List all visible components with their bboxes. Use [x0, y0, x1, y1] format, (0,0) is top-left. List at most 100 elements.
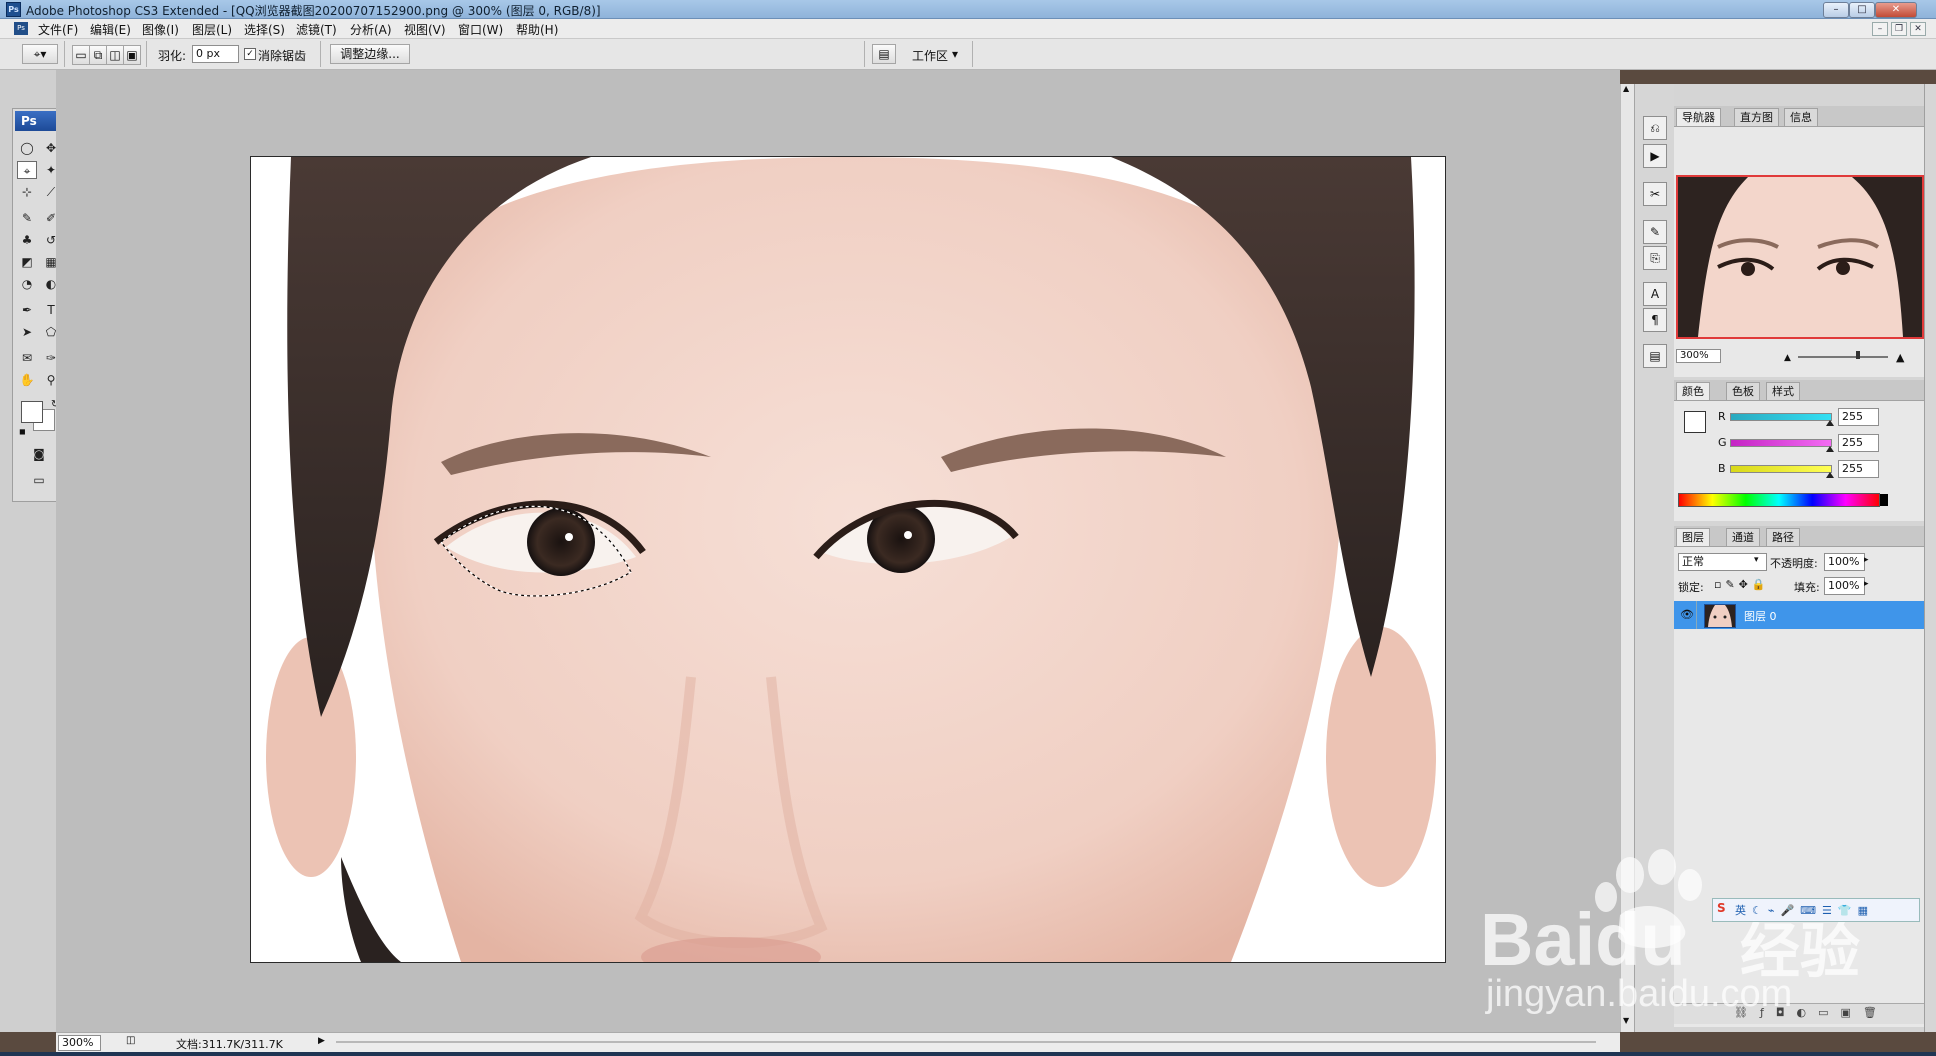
color-foreground-swatch[interactable] — [1684, 411, 1706, 433]
quick-mask-icon[interactable]: ◙ — [29, 445, 49, 463]
menu-layer[interactable]: 图层(L) — [192, 21, 232, 38]
minimize-icon[interactable]: – — [1823, 2, 1849, 18]
menu-window[interactable]: 窗口(W) — [458, 21, 503, 38]
eraser-tool-icon[interactable]: ◩ — [17, 253, 37, 271]
color-spectrum-ramp[interactable] — [1678, 493, 1880, 507]
refine-edge-button[interactable]: 调整边缘... — [330, 44, 410, 64]
channel-r-thumb[interactable] — [1826, 420, 1834, 426]
tab-layers[interactable]: 图层 — [1676, 528, 1710, 546]
pen-tool-icon[interactable]: ✒ — [17, 301, 37, 319]
feather-input[interactable]: 0 px — [192, 45, 239, 63]
document-icon[interactable]: Ps — [14, 22, 28, 35]
scroll-up-icon[interactable]: ▲ — [1623, 84, 1629, 93]
hand-tool-icon[interactable]: ✋ — [17, 371, 37, 389]
notes-tool-icon[interactable]: ✉ — [17, 349, 37, 367]
menu-edit[interactable]: 编辑(E) — [90, 21, 131, 38]
divider — [64, 41, 65, 67]
doc-close-icon[interactable]: ✕ — [1910, 22, 1926, 36]
channel-r-input[interactable]: 255 — [1838, 408, 1879, 426]
default-colors-icon[interactable]: ◼ — [19, 427, 26, 436]
tool-presets-icon[interactable]: ✂ — [1643, 182, 1667, 206]
ime-tool-icons[interactable]: 英☾⌁🎤⌨☰👕▦ — [1735, 902, 1874, 918]
navigator-thumbnail[interactable] — [1676, 175, 1924, 339]
menu-file[interactable]: 文件(F) — [38, 21, 78, 38]
tab-navigator[interactable]: 导航器 — [1676, 108, 1721, 126]
healing-brush-tool-icon[interactable]: ✎ — [17, 209, 37, 227]
clone-source-icon[interactable]: ⎘ — [1643, 246, 1667, 270]
status-preview-icon[interactable]: ◫ — [126, 1035, 135, 1046]
doc-restore-icon[interactable]: ❐ — [1891, 22, 1907, 36]
subtract-selection-icon[interactable]: ◫ — [106, 45, 124, 65]
marquee-tool-icon[interactable]: ◯ — [17, 139, 37, 157]
navigator-zoom-slider[interactable] — [1798, 356, 1888, 358]
zoom-in-icon[interactable]: ▲ — [1896, 351, 1904, 364]
menu-filter[interactable]: 滤镜(T) — [296, 21, 337, 38]
navigator-zoom-field[interactable]: 300% — [1676, 349, 1721, 363]
lock-icons[interactable]: ▫✎✥🔒 — [1714, 578, 1770, 591]
tab-swatches[interactable]: 色板 — [1726, 382, 1760, 400]
polygonal-lasso-tool-icon[interactable]: ⌖ — [17, 161, 37, 179]
paragraph-panel-icon[interactable]: ¶ — [1643, 308, 1667, 332]
fill-arrow-icon[interactable]: ▸ — [1864, 579, 1869, 589]
crop-tool-icon[interactable]: ⊹ — [17, 183, 37, 201]
channel-g-slider[interactable] — [1730, 439, 1832, 447]
channel-r-slider[interactable] — [1730, 413, 1832, 421]
menu-help[interactable]: 帮助(H) — [516, 21, 558, 38]
scroll-down-icon[interactable]: ▼ — [1623, 1016, 1629, 1025]
bridge-icon[interactable]: ▤ — [872, 44, 896, 64]
doc-minimize-icon[interactable]: – — [1872, 22, 1888, 36]
eye-icon[interactable]: 👁 — [1680, 608, 1694, 621]
layer-name[interactable]: 图层 0 — [1744, 608, 1777, 624]
zoom-level-field[interactable]: 300% — [58, 1035, 101, 1051]
screen-mode-icon[interactable]: ▭ — [29, 471, 49, 489]
chevron-down-icon[interactable]: ▾ — [1754, 555, 1759, 565]
workspace-menu[interactable]: 工作区 — [912, 47, 948, 64]
zoom-out-icon[interactable]: ▲ — [1784, 353, 1791, 363]
channel-b-slider[interactable] — [1730, 465, 1832, 473]
brushes-panel-icon[interactable]: ✎ — [1643, 220, 1667, 244]
chevron-down-icon[interactable]: ▾ — [952, 47, 958, 61]
channel-g-thumb[interactable] — [1826, 446, 1834, 452]
actions-panel-icon[interactable]: ▶ — [1643, 144, 1667, 168]
document-canvas[interactable] — [250, 156, 1446, 963]
channel-b-thumb[interactable] — [1826, 472, 1834, 478]
tool-preset-picker-icon[interactable]: ⌖▾ — [22, 44, 58, 64]
intersect-selection-icon[interactable]: ▣ — [123, 45, 141, 65]
maximize-icon[interactable]: □ — [1849, 2, 1875, 18]
fill-input[interactable]: 100% — [1824, 577, 1865, 595]
tab-info[interactable]: 信息 — [1784, 108, 1818, 126]
path-selection-tool-icon[interactable]: ➤ — [17, 323, 37, 341]
clone-stamp-tool-icon[interactable]: ♣ — [17, 231, 37, 249]
menu-select[interactable]: 选择(S) — [244, 21, 285, 38]
new-selection-icon[interactable]: ▭ — [72, 45, 90, 65]
ime-toolbar[interactable]: S 英☾⌁🎤⌨☰👕▦ — [1712, 898, 1920, 922]
tab-styles[interactable]: 样式 — [1766, 382, 1800, 400]
spectrum-black-swatch[interactable] — [1880, 494, 1888, 506]
channel-g-input[interactable]: 255 — [1838, 434, 1879, 452]
tab-paths[interactable]: 路径 — [1766, 528, 1800, 546]
blur-tool-icon[interactable]: ◔ — [17, 275, 37, 293]
foreground-color-swatch[interactable] — [21, 401, 43, 423]
opacity-arrow-icon[interactable]: ▸ — [1864, 555, 1869, 565]
tab-histogram[interactable]: 直方图 — [1734, 108, 1779, 126]
menu-view[interactable]: 视图(V) — [404, 21, 446, 38]
menu-image[interactable]: 图像(I) — [142, 21, 179, 38]
tab-channels[interactable]: 通道 — [1726, 528, 1760, 546]
character-panel-icon[interactable]: A — [1643, 282, 1667, 306]
tab-color[interactable]: 颜色 — [1676, 382, 1710, 400]
navigator-zoom-slider-thumb[interactable] — [1856, 351, 1860, 359]
channel-b-input[interactable]: 255 — [1838, 460, 1879, 478]
status-menu-icon[interactable]: ▶ — [318, 1036, 325, 1046]
menu-analysis[interactable]: 分析(A) — [350, 21, 392, 38]
antialias-checkbox[interactable]: ✓ — [244, 48, 256, 60]
horizontal-scrollbar[interactable] — [336, 1041, 1596, 1043]
navigator-preview-image — [1678, 177, 1922, 337]
layer-row[interactable]: 👁 图层 0 — [1674, 601, 1924, 629]
close-icon[interactable]: ✕ — [1875, 2, 1917, 18]
channel-b-label: B — [1718, 462, 1726, 475]
add-selection-icon[interactable]: ⧉ — [89, 45, 107, 65]
history-panel-icon[interactable]: ⎌ — [1643, 116, 1667, 140]
layer-comps-icon[interactable]: ▤ — [1643, 344, 1667, 368]
sogou-ime-icon[interactable]: S — [1717, 901, 1726, 915]
opacity-input[interactable]: 100% — [1824, 553, 1865, 571]
